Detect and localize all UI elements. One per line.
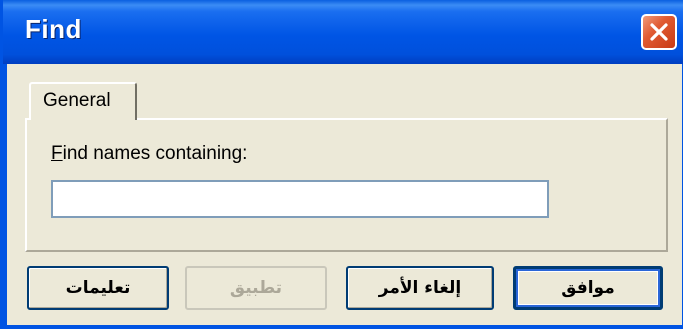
close-icon	[650, 23, 668, 41]
ok-button-label: موافق	[561, 278, 615, 298]
tab-general-label: General	[43, 90, 111, 111]
window-border-bottom	[3, 325, 683, 329]
tab-general[interactable]: General	[29, 82, 137, 120]
close-button[interactable]	[641, 14, 677, 50]
find-names-label-mnemonic: F	[51, 143, 63, 164]
find-names-input[interactable]	[51, 180, 549, 218]
help-button[interactable]: تعليمات	[27, 266, 169, 310]
title-bar[interactable]: Find	[3, 0, 683, 64]
cancel-button[interactable]: إلغاء الأمر	[346, 266, 494, 310]
cancel-button-label: إلغاء الأمر	[378, 278, 462, 298]
apply-button[interactable]: تطبيق	[185, 266, 327, 310]
window-title: Find	[25, 14, 82, 44]
ok-button[interactable]: موافق	[513, 266, 663, 310]
find-names-label: Find names containing:	[51, 143, 247, 165]
help-button-label: تعليمات	[65, 278, 131, 298]
find-dialog: Find General Find names containing: تعلي…	[0, 0, 683, 329]
find-names-label-text: ind names containing:	[62, 143, 248, 164]
apply-button-label: تطبيق	[229, 278, 283, 298]
